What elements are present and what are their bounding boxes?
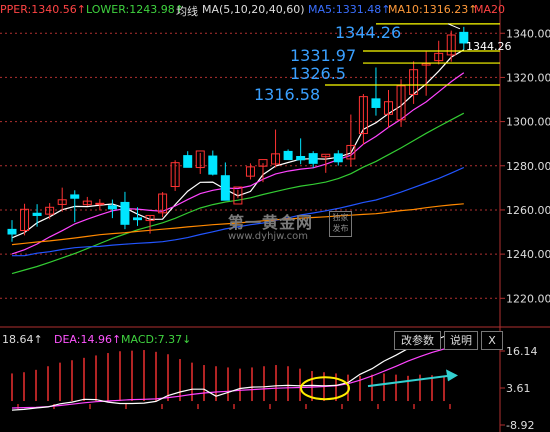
ma5-value: MA5:1331.48↑: [308, 3, 391, 16]
ma-indicator-label: 均线: [176, 5, 198, 18]
trend-arrow-head: [446, 369, 458, 382]
last-price-label: 1344.26: [466, 40, 512, 53]
candle-body: [70, 194, 80, 199]
y-tick-label: 1340.00: [506, 27, 550, 40]
y-tick-label: 1260.00: [506, 204, 550, 217]
candle-body: [296, 155, 306, 161]
macd-tick-label: 16.14: [506, 345, 538, 358]
level-label-1326: 1326.5: [290, 64, 346, 83]
y-tick-label: 1300.00: [506, 116, 550, 129]
candle-body: [107, 205, 117, 210]
dea-value: DEA:14.96↑: [54, 333, 122, 346]
highlight-ellipse: [300, 376, 350, 401]
lower-band-label: LOWER:1243.98↑: [86, 3, 184, 16]
candle-body: [133, 217, 142, 221]
upper-band-label: PPER:1340.56↑: [0, 3, 86, 16]
y-tick-label: 1220.00: [506, 292, 550, 305]
chart-window: 1340.00 1320.00 1300.00 1280.00 1260.00 1240.…: [0, 0, 550, 432]
candle-body: [220, 175, 230, 201]
candle-body: [95, 202, 105, 205]
ma-periods-label: MA(5,10,20,40,60): [202, 3, 305, 16]
ma20-value: MA20: [474, 3, 506, 16]
candle-body: [208, 155, 218, 175]
level-label-1344: 1344.26: [335, 23, 402, 42]
macd-value: MACD:7.37↓: [121, 333, 192, 346]
trend-arrow: [367, 374, 453, 388]
candle-body: [120, 201, 130, 225]
macd-tick-label: 3.61: [506, 382, 531, 395]
watermark-name: 第一黄金网: [228, 213, 314, 232]
candle-body: [32, 212, 42, 216]
level-label-1316: 1316.58: [254, 85, 321, 104]
macd-tick-label: -8.92: [506, 419, 534, 432]
y-tick-label: 1320.00: [506, 71, 550, 84]
close-button[interactable]: X: [481, 331, 503, 350]
ma10-value: MA10:1316.23↑: [388, 3, 478, 16]
candle-body: [283, 150, 293, 161]
watermark: 第一黄金网 www.dyhjw.com: [228, 209, 313, 242]
help-button[interactable]: 说明: [444, 331, 478, 350]
last-price-pointer: [447, 23, 461, 30]
candle-body: [183, 155, 193, 168]
candle-body: [333, 153, 343, 163]
candle-body: [7, 228, 17, 235]
candle-body: [308, 153, 318, 164]
watermark-stamp: 独家发布: [329, 211, 352, 237]
candle-body: [371, 98, 381, 108]
change-params-button[interactable]: 改参数: [394, 331, 441, 350]
level-label-1331: 1331.97: [290, 46, 357, 65]
y-tick-label: 1280.00: [506, 160, 550, 173]
watermark-url: www.dyhjw.com: [228, 231, 308, 242]
dif-value: 18.64↑: [2, 333, 43, 346]
y-tick-label: 1240.00: [506, 248, 550, 261]
